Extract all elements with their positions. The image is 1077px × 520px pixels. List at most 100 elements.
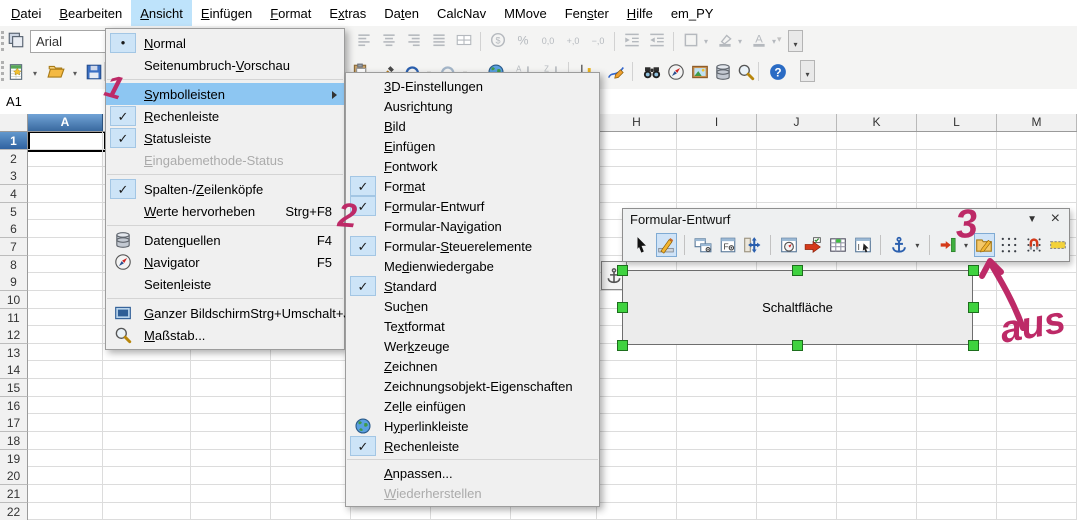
row-header-21[interactable]: 21 [0, 485, 28, 503]
deldec-icon[interactable]: −,0 [586, 28, 610, 52]
row-header-16[interactable]: 16 [0, 397, 28, 415]
open-icon[interactable] [44, 60, 68, 84]
menubar-item-einfügen[interactable]: Einfügen [192, 0, 261, 26]
menu-item-formular-entwurf[interactable]: ✓Formular-Entwurf [346, 196, 599, 216]
row-header-20[interactable]: 20 [0, 467, 28, 485]
selection-handle[interactable] [617, 302, 628, 313]
selection-handle[interactable] [792, 265, 803, 276]
design-mode-on-off-button[interactable] [656, 233, 678, 257]
toolbar-overflow-button[interactable]: ▾ [800, 60, 815, 82]
percent-icon[interactable]: % [511, 28, 535, 52]
menu-item-hyperlinkleiste[interactable]: Hyperlinkleiste [346, 416, 599, 436]
menu-item-seitenumbruch-vorschau[interactable]: Seitenumbruch-Vorschau [106, 54, 344, 76]
menu-item-standard[interactable]: ✓Standard [346, 276, 599, 296]
column-header-k[interactable]: K [837, 114, 917, 131]
menu-item-suchen[interactable]: Suchen [346, 296, 599, 316]
column-header-h[interactable]: H [597, 114, 677, 131]
menu-item-ganzer-bildschirm[interactable]: Ganzer BildschirmStrg+Umschalt+J [106, 302, 344, 324]
adddec-icon[interactable]: +,0 [561, 28, 585, 52]
merge-icon[interactable] [452, 28, 476, 52]
menubar-item-mmove[interactable]: MMove [495, 0, 556, 26]
row-header-1[interactable]: 1 [0, 132, 28, 150]
indentp-icon[interactable] [620, 28, 644, 52]
newdoc-icon[interactable] [4, 60, 28, 84]
menu-item-formular-navigation[interactable]: Formular-Navigation [346, 216, 599, 236]
menubar-item-em-py[interactable]: em_PY [662, 0, 723, 26]
menu-item-normal[interactable]: ●Normal [106, 32, 344, 54]
position-and-size-button[interactable] [741, 233, 763, 257]
form-navigator-button[interactable] [778, 233, 800, 257]
row-header-14[interactable]: 14 [0, 361, 28, 379]
datasources-icon[interactable] [711, 60, 735, 84]
alignj-icon[interactable] [427, 28, 451, 52]
gallery-icon[interactable] [688, 60, 712, 84]
alignl-icon[interactable] [352, 28, 376, 52]
dropdown-arrow-icon[interactable]: ▾ [30, 69, 40, 78]
selection-handle[interactable] [968, 340, 979, 351]
dropdown-arrow-icon[interactable]: ▾ [769, 37, 779, 46]
add-field-button[interactable] [803, 233, 825, 257]
row-header-15[interactable]: 15 [0, 379, 28, 397]
fmtstd-icon[interactable]: 0,0 [536, 28, 560, 52]
alignment-button[interactable] [937, 233, 959, 257]
menu-item-zeichnungsobjekt-eigenschaften[interactable]: Zeichnungsobjekt-Eigenschaften [346, 376, 599, 396]
menu-item-symbolleisten[interactable]: Symbolleisten [106, 83, 344, 105]
row-header-17[interactable]: 17 [0, 414, 28, 432]
menu-item-statusleiste[interactable]: ✓Statusleiste [106, 127, 344, 149]
dropdown-arrow-icon[interactable]: ▾ [735, 37, 745, 46]
anchor-button[interactable] [888, 233, 910, 257]
alignr-icon[interactable] [402, 28, 426, 52]
menu-item-medienwiedergabe[interactable]: Medienwiedergabe [346, 256, 599, 276]
menubar-item-extras[interactable]: Extras [320, 0, 375, 26]
row-header-9[interactable]: 9 [0, 273, 28, 291]
menu-item-werte-hervorheben[interactable]: Werte hervorhebenStrg+F8 [106, 200, 344, 222]
menu-item-zeichnen[interactable]: Zeichnen [346, 356, 599, 376]
dropdown-arrow-icon[interactable]: ▾ [70, 69, 80, 78]
row-header-3[interactable]: 3 [0, 167, 28, 185]
row-header-19[interactable]: 19 [0, 450, 28, 468]
form-push-button[interactable]: Schaltfläche [622, 270, 973, 345]
navigator-icon[interactable] [664, 60, 688, 84]
menu-item-anpassen[interactable]: Anpassen... [346, 463, 599, 483]
menu-item-navigator[interactable]: NavigatorF5 [106, 251, 344, 273]
menubar-item-ansicht[interactable]: Ansicht [131, 0, 192, 26]
selection-handle[interactable] [968, 302, 979, 313]
menu-item-fontwork[interactable]: Fontwork [346, 156, 599, 176]
dropdown-arrow-icon[interactable]: ▾ [962, 241, 971, 250]
save-icon[interactable] [82, 60, 106, 84]
row-header-10[interactable]: 10 [0, 291, 28, 309]
table-control-button[interactable] [827, 233, 849, 257]
activation-order-button[interactable]: I [852, 233, 874, 257]
menu-item-datenquellen[interactable]: DatenquellenF4 [106, 229, 344, 251]
open-in-design-mode-button[interactable] [974, 233, 996, 257]
menu-item-bild[interactable]: Bild [346, 116, 599, 136]
menubar-item-hilfe[interactable]: Hilfe [618, 0, 662, 26]
menubar-item-fenster[interactable]: Fenster [556, 0, 618, 26]
menu-item-eingabemethode-status[interactable]: Eingabemethode-Status [106, 149, 344, 171]
column-header-a[interactable]: A [28, 114, 103, 131]
menubar-item-bearbeiten[interactable]: Bearbeiten [50, 0, 131, 26]
indentm-icon[interactable] [645, 28, 669, 52]
row-header-22[interactable]: 22 [0, 503, 28, 520]
menu-item-format[interactable]: ✓Format [346, 176, 599, 196]
toolbar-overflow-button[interactable]: ▾ [788, 30, 803, 52]
column-header-m[interactable]: M [997, 114, 1077, 131]
form-properties-button[interactable]: F [717, 233, 739, 257]
alignc-icon[interactable] [377, 28, 401, 52]
menu-item-ausrichtung[interactable]: Ausrichtung [346, 96, 599, 116]
helplines-while-moving-button[interactable] [1047, 233, 1069, 257]
selection-handle[interactable] [968, 265, 979, 276]
display-grid-button[interactable] [998, 233, 1020, 257]
column-header-l[interactable]: L [917, 114, 997, 131]
menu-item-textformat[interactable]: Textformat [346, 316, 599, 336]
menu-item-rechenleiste[interactable]: ✓Rechenleiste [346, 436, 599, 456]
border-icon[interactable] [679, 28, 703, 52]
fontcolor-icon[interactable]: A [747, 28, 771, 52]
find-icon[interactable] [640, 60, 664, 84]
row-header-12[interactable]: 12 [0, 326, 28, 344]
row-header-6[interactable]: 6 [0, 220, 28, 238]
close-icon[interactable]: × [1051, 210, 1060, 228]
row-header-18[interactable]: 18 [0, 432, 28, 450]
row-header-7[interactable]: 7 [0, 238, 28, 256]
help-icon[interactable]: ? [766, 60, 790, 84]
